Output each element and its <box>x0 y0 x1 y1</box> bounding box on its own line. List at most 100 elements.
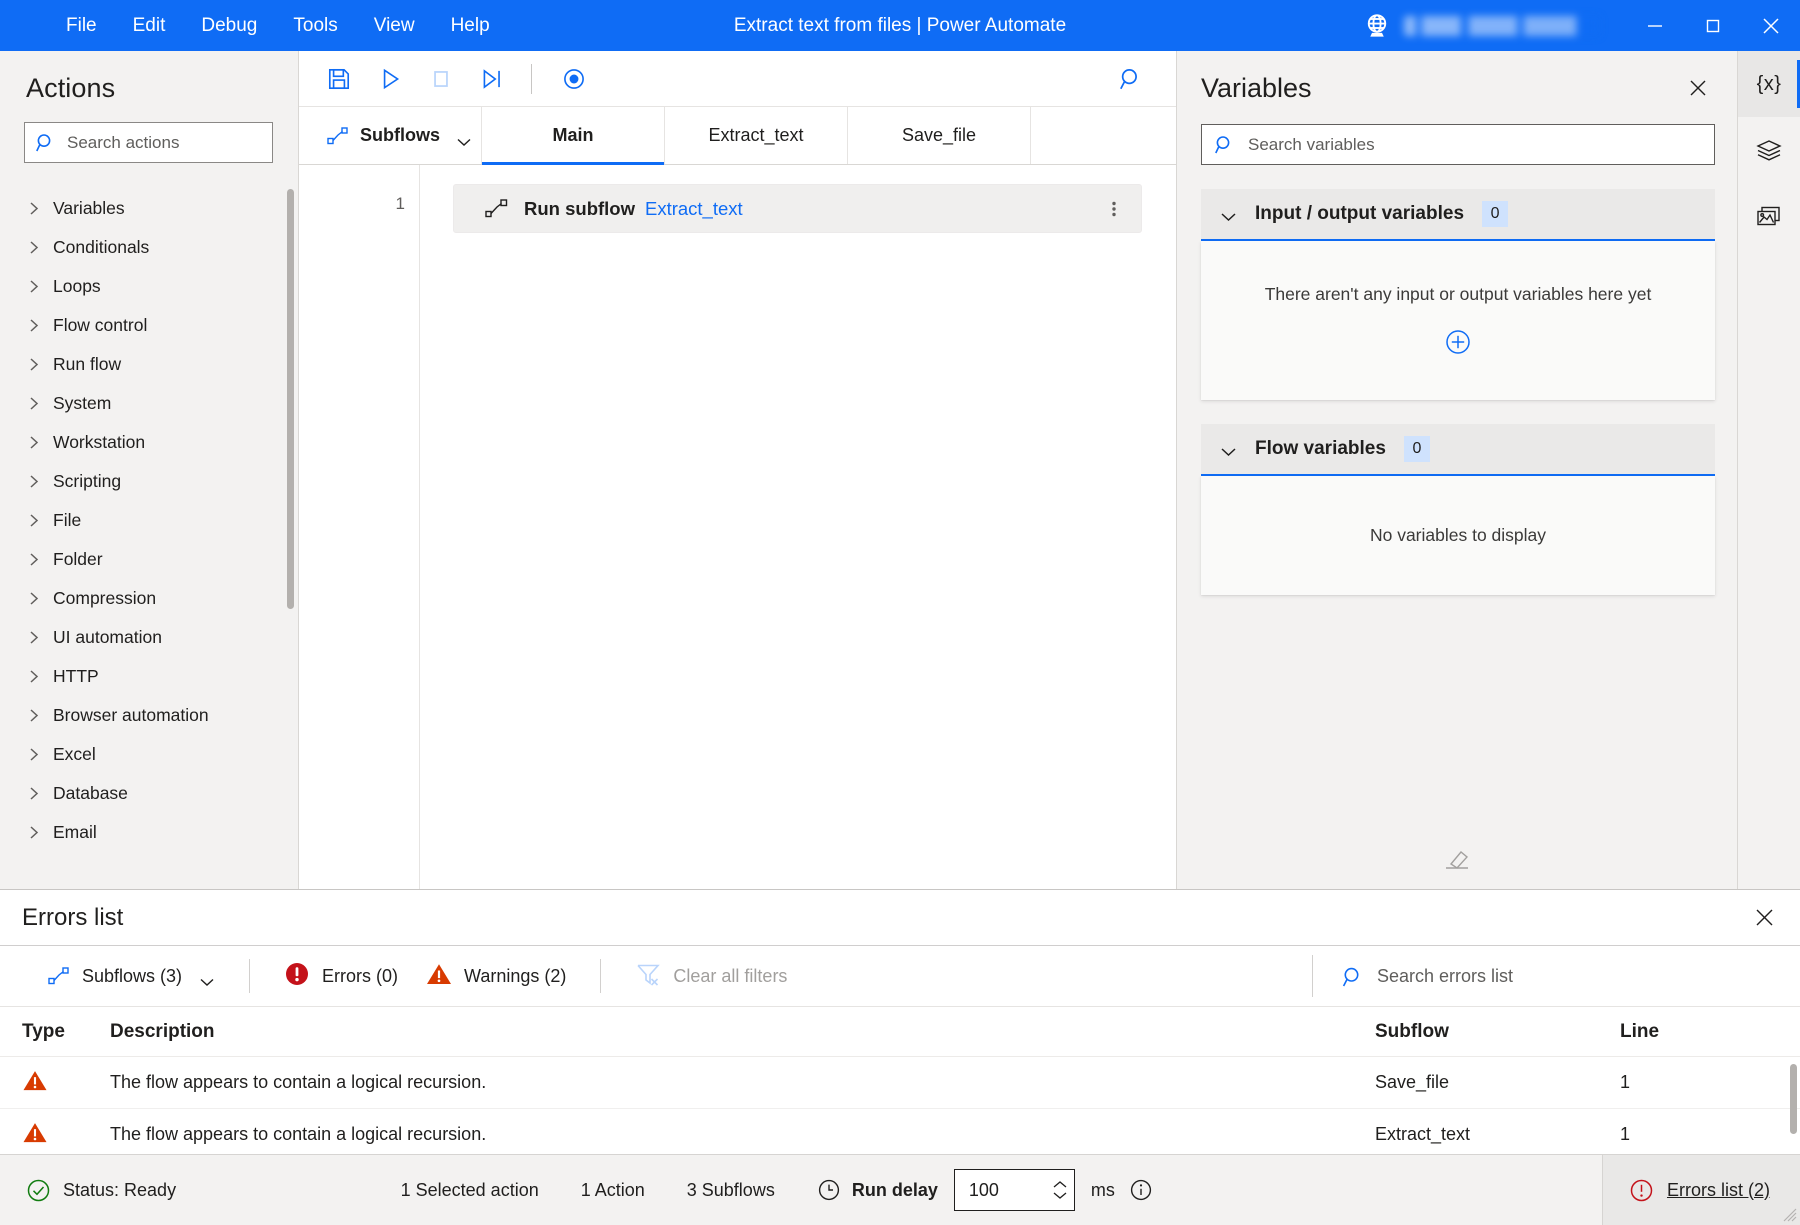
resize-grip-icon[interactable] <box>1783 1208 1797 1222</box>
row-line-cell: 1 <box>1620 1124 1631 1144</box>
menu-debug[interactable]: Debug <box>183 8 275 44</box>
selected-action-count: 1 Selected action <box>400 1179 539 1200</box>
table-row[interactable]: The flow appears to contain a logical re… <box>0 1057 1800 1109</box>
info-icon[interactable] <box>1129 1178 1153 1202</box>
warnings-filter-label: Warnings (2) <box>464 965 567 986</box>
menu-edit[interactable]: Edit <box>115 8 184 44</box>
tab-save-file[interactable]: Save_file <box>848 107 1031 164</box>
menu-tools[interactable]: Tools <box>275 8 355 44</box>
menu-view[interactable]: View <box>356 8 433 44</box>
action-category-label: File <box>53 510 82 530</box>
search-icon <box>1341 965 1363 987</box>
chevron-right-icon <box>29 395 40 412</box>
action-category-browser-automation[interactable]: Browser automation <box>0 696 298 735</box>
errors-table-scrollbar[interactable] <box>1790 1064 1797 1134</box>
errors-filter[interactable]: Errors (0) <box>270 954 412 999</box>
action-category-loops[interactable]: Loops <box>0 267 298 306</box>
warning-icon <box>22 1070 48 1096</box>
chevron-right-icon <box>29 200 40 217</box>
action-category-database[interactable]: Database <box>0 774 298 813</box>
warning-icon <box>22 1122 48 1148</box>
action-category-label: UI automation <box>53 627 162 647</box>
menu-help[interactable]: Help <box>433 8 508 44</box>
action-category-file[interactable]: File <box>0 501 298 540</box>
add-variable-button[interactable] <box>1443 327 1473 357</box>
search-variables-input[interactable] <box>1248 134 1702 155</box>
chevron-right-icon <box>29 707 40 724</box>
action-category-flow-control[interactable]: Flow control <box>0 306 298 345</box>
minimize-button[interactable] <box>1626 0 1684 51</box>
action-category-excel[interactable]: Excel <box>0 735 298 774</box>
ui-elements-icon[interactable] <box>1738 117 1800 183</box>
variables-icon[interactable]: {x} <box>1738 51 1800 117</box>
row-subflow-cell: Save_file <box>1375 1072 1450 1092</box>
input-output-variables-header[interactable]: Input / output variables 0 <box>1201 189 1715 241</box>
errors-list-status-button[interactable]: Errors list (2) <box>1601 1155 1800 1225</box>
run-delay-input[interactable] <box>968 1179 1052 1201</box>
subflows-filter-label: Subflows (3) <box>82 965 183 986</box>
errors-subflows-filter[interactable]: Subflows (3) <box>34 959 229 994</box>
variables-close-button[interactable] <box>1681 71 1715 105</box>
errors-list-close-button[interactable] <box>1746 900 1782 936</box>
action-category-conditionals[interactable]: Conditionals <box>0 228 298 267</box>
run-next-action-button[interactable] <box>468 57 515 101</box>
action-category-ui-automation[interactable]: UI automation <box>0 618 298 657</box>
errors-list-panel: Errors list Subflows (3) Errors (0) Warn… <box>0 889 1800 1154</box>
flow-variables-header[interactable]: Flow variables 0 <box>1201 424 1715 476</box>
actions-scrollbar[interactable] <box>287 189 294 609</box>
save-button[interactable] <box>315 57 362 101</box>
action-category-label: Compression <box>53 588 157 608</box>
run-button[interactable] <box>366 57 413 101</box>
search-errors-input[interactable] <box>1377 965 1790 987</box>
action-category-scripting[interactable]: Scripting <box>0 462 298 501</box>
search-errors-box[interactable] <box>1312 955 1790 997</box>
search-actions-box[interactable] <box>24 122 273 163</box>
action-category-variables[interactable]: Variables <box>0 189 298 228</box>
run-delay-label: Run delay <box>851 1179 938 1200</box>
eraser-icon[interactable] <box>1443 846 1471 872</box>
run-delay-stepper[interactable] <box>953 1169 1075 1211</box>
row-type-cell <box>0 1121 108 1149</box>
chevron-down-icon <box>1220 444 1237 456</box>
menu-file[interactable]: File <box>48 8 115 44</box>
action-category-system[interactable]: System <box>0 384 298 423</box>
tab-label: Save_file <box>901 125 977 145</box>
stop-button[interactable] <box>417 57 464 101</box>
action-category-compression[interactable]: Compression <box>0 579 298 618</box>
action-category-run-flow[interactable]: Run flow <box>0 345 298 384</box>
actions-pane: Actions Variables Conditionals Loops <box>0 51 299 889</box>
chevron-right-icon <box>29 473 40 490</box>
images-icon[interactable] <box>1738 183 1800 249</box>
table-row[interactable]: The flow appears to contain a logical re… <box>0 1109 1800 1154</box>
errors-list-link[interactable]: Errors list (2) <box>1667 1180 1770 1201</box>
action-category-http[interactable]: HTTP <box>0 657 298 696</box>
errors-table: Type Description Subflow Line The flow a… <box>0 1007 1800 1154</box>
flow-variables-group: Flow variables 0 No variables to display <box>1201 424 1715 595</box>
action-category-folder[interactable]: Folder <box>0 540 298 579</box>
actions-heading: Actions <box>26 73 116 103</box>
chevron-right-icon <box>29 785 40 802</box>
tab-extract-text[interactable]: Extract_text <box>665 107 848 164</box>
search-variables-box[interactable] <box>1201 124 1715 165</box>
chevron-right-icon <box>29 278 40 295</box>
action-category-email[interactable]: Email <box>0 813 298 852</box>
subflow-count: 3 Subflows <box>686 1179 775 1200</box>
warnings-filter[interactable]: Warnings (2) <box>412 955 580 998</box>
maximize-button[interactable] <box>1684 0 1742 51</box>
toolbar-divider <box>600 959 602 993</box>
main-area: Actions Variables Conditionals Loops <box>0 51 1800 889</box>
designer-search-button[interactable] <box>1107 57 1154 101</box>
tab-main[interactable]: Main <box>482 107 665 165</box>
input-output-variables-group: Input / output variables 0 There aren't … <box>1201 189 1715 400</box>
spinner-arrows[interactable] <box>1052 1180 1068 1200</box>
action-category-label: Conditionals <box>53 237 150 257</box>
clear-all-filters-button[interactable]: Clear all filters <box>621 955 801 998</box>
more-options-icon[interactable] <box>1101 196 1127 222</box>
subflows-dropdown[interactable]: Subflows <box>299 107 482 164</box>
recorder-button[interactable] <box>550 57 597 101</box>
action-category-workstation[interactable]: Workstation <box>0 423 298 462</box>
flow-action-run-subflow[interactable]: Run subflow Extract_text <box>453 184 1142 233</box>
close-button[interactable] <box>1742 0 1800 51</box>
search-actions-input[interactable] <box>67 132 262 153</box>
group-title: Input / output variables <box>1255 203 1465 224</box>
